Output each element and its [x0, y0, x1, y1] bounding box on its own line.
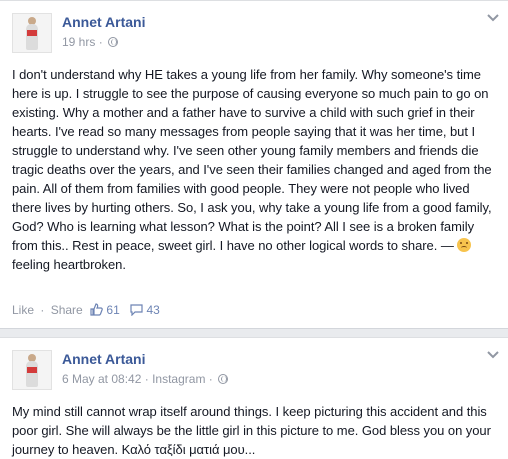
post-card: Annet Artani 6 May at 08:42 · Instagram …: [0, 337, 508, 459]
avatar-body: [26, 361, 38, 387]
feeling-text: feeling heartbroken.: [12, 257, 126, 272]
post-body: I don't understand why HE takes a young …: [12, 65, 500, 274]
post-actions: Like · Share 61 43: [12, 303, 163, 317]
post-card: Annet Artani 19 hrs · I don't understand…: [0, 0, 508, 329]
avatar-shirt: [27, 367, 37, 373]
post-body: My mind still cannot wrap itself around …: [12, 402, 500, 459]
author-name[interactable]: Annet Artani: [62, 14, 145, 30]
likes-count-group[interactable]: 61: [90, 303, 126, 317]
share-link[interactable]: Share: [51, 303, 83, 317]
comment-bubble-icon: [130, 304, 143, 317]
globe-icon[interactable]: [108, 37, 119, 47]
meta-separator: ·: [144, 372, 149, 386]
chevron-down-icon[interactable]: [486, 350, 500, 362]
meta-separator: ·: [98, 35, 103, 49]
globe-icon[interactable]: [218, 374, 229, 384]
likes-count: 61: [106, 303, 120, 317]
like-link[interactable]: Like: [12, 303, 34, 317]
post-meta: 6 May at 08:42 · Instagram ·: [62, 372, 229, 386]
meta-separator: ·: [208, 372, 213, 386]
comments-count: 43: [146, 303, 160, 317]
thumbs-up-icon: [90, 303, 103, 316]
post-body-text: I don't understand why HE takes a young …: [12, 67, 492, 253]
comments-count-group[interactable]: 43: [130, 303, 163, 317]
heartbroken-emoji-icon: [457, 238, 472, 252]
post-body-text: My mind still cannot wrap itself around …: [12, 404, 491, 457]
post-source[interactable]: Instagram: [152, 372, 205, 386]
author-name[interactable]: Annet Artani: [62, 351, 145, 367]
profile-avatar[interactable]: [12, 350, 52, 390]
post-timestamp[interactable]: 6 May at 08:42: [62, 372, 141, 386]
avatar-body: [26, 24, 38, 50]
post-meta: 19 hrs ·: [62, 35, 119, 49]
action-separator: ·: [40, 303, 45, 317]
profile-avatar[interactable]: [12, 13, 52, 53]
chevron-down-icon[interactable]: [486, 13, 500, 25]
post-timestamp[interactable]: 19 hrs: [62, 35, 95, 49]
avatar-shirt: [27, 30, 37, 36]
